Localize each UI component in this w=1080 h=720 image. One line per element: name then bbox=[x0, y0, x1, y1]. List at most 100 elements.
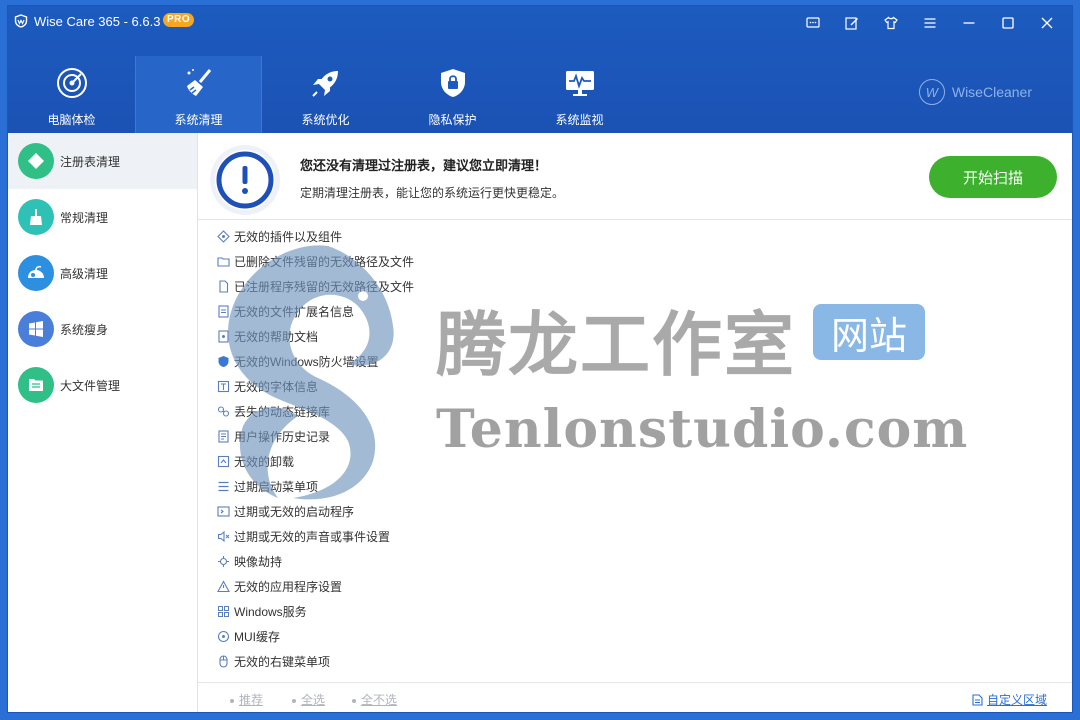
tab-system-monitor[interactable]: 系统监视 bbox=[516, 56, 643, 133]
sidebar-item-label: 常规清理 bbox=[60, 210, 109, 225]
close-button[interactable] bbox=[1027, 6, 1066, 40]
list-item-label: 过期启动菜单项 bbox=[234, 480, 319, 494]
status-banner: 您还没有清理过注册表，建议您立即清理！ 定期清理注册表，能让您的系统运行更快更稳… bbox=[198, 133, 1072, 220]
startup-icon bbox=[217, 505, 230, 518]
custom-area-label: 自定义区域 bbox=[986, 693, 1047, 707]
list-item[interactable]: 无效的卸载 bbox=[217, 449, 414, 474]
list-item[interactable]: 已删除文件残留的无效路径及文件 bbox=[217, 249, 414, 274]
wisecleaner-brand[interactable]: W WiseCleaner bbox=[918, 79, 1032, 105]
sidebar-item-registry-clean[interactable]: 注册表清理 bbox=[8, 133, 197, 189]
tab-label: 系统优化 bbox=[301, 113, 350, 127]
header: Wise Care 365 - 6.6.3 PRO 电脑体检 系统清理 系统优化… bbox=[8, 6, 1072, 133]
list-item[interactable]: 无效的文件扩展名信息 bbox=[217, 299, 414, 324]
hamburger-icon bbox=[924, 18, 935, 28]
sidebar-item-label: 大文件管理 bbox=[60, 378, 121, 393]
select-none-label: 全不选 bbox=[361, 693, 398, 707]
list-item-label: 无效的字体信息 bbox=[234, 380, 319, 394]
custom-area-icon bbox=[972, 693, 983, 706]
sidebar-item-label: 系统瘦身 bbox=[60, 322, 109, 337]
custom-area-link[interactable]: 自定义区域 bbox=[972, 691, 1047, 708]
shirt-icon bbox=[883, 16, 898, 30]
link-icon bbox=[217, 405, 230, 418]
privacy-lock-icon bbox=[440, 69, 465, 97]
tab-privacy[interactable]: 隐私保护 bbox=[389, 56, 516, 133]
maximize-icon bbox=[1001, 17, 1014, 29]
recommend-link[interactable]: 推荐 bbox=[230, 691, 263, 708]
tab-system-clean[interactable]: 系统清理 bbox=[135, 56, 262, 133]
list-item-label: 无效的帮助文档 bbox=[234, 330, 319, 344]
menu-button[interactable] bbox=[910, 6, 949, 40]
font-icon bbox=[217, 380, 230, 393]
list-item[interactable]: 过期或无效的声音或事件设置 bbox=[217, 524, 414, 549]
file-manager-icon bbox=[18, 367, 54, 403]
select-all-label: 全选 bbox=[301, 693, 326, 707]
help-doc-icon bbox=[217, 330, 230, 343]
list-item-label: 无效的卸载 bbox=[234, 455, 295, 469]
main-panel: 您还没有清理过注册表，建议您立即清理！ 定期清理注册表，能让您的系统运行更快更稳… bbox=[198, 133, 1072, 712]
history-icon bbox=[217, 430, 230, 443]
select-all-link[interactable]: 全选 bbox=[292, 691, 325, 708]
sidebar-item-common-clean[interactable]: 常规清理 bbox=[8, 189, 197, 245]
list-item-label: 已注册程序残留的无效路径及文件 bbox=[234, 280, 415, 294]
tab-health-check[interactable]: 电脑体检 bbox=[8, 56, 135, 133]
list-item-label: 用户操作历史记录 bbox=[234, 430, 331, 444]
uninstall-icon bbox=[217, 455, 230, 468]
list-item[interactable]: 无效的帮助文档 bbox=[217, 324, 414, 349]
list-item[interactable]: 用户操作历史记录 bbox=[217, 424, 414, 449]
banner-subtitle: 定期清理注册表，能让您的系统运行更快更稳定。 bbox=[300, 186, 565, 200]
list-item[interactable]: 无效的右键菜单项 bbox=[217, 649, 414, 674]
banner-title: 您还没有清理过注册表，建议您立即清理！ bbox=[300, 158, 548, 173]
sidebar-item-system-slim[interactable]: 系统瘦身 bbox=[8, 301, 197, 357]
brand-name: WiseCleaner bbox=[951, 84, 1032, 100]
file-icon bbox=[217, 280, 230, 293]
firewall-icon bbox=[217, 355, 230, 368]
app-title: Wise Care 365 - 6.6.3 bbox=[34, 14, 161, 29]
start-menu-icon bbox=[217, 480, 230, 493]
list-item[interactable]: MUI缓存 bbox=[217, 624, 414, 649]
list-item-label: 无效的应用程序设置 bbox=[234, 580, 343, 594]
list-item[interactable]: 无效的插件以及组件 bbox=[217, 224, 414, 249]
start-scan-button[interactable]: 开始扫描 bbox=[929, 156, 1057, 198]
plugin-icon bbox=[217, 230, 230, 243]
broom-icon bbox=[18, 199, 54, 235]
list-item-label: 过期或无效的启动程序 bbox=[234, 505, 355, 519]
tab-label: 系统清理 bbox=[174, 113, 223, 127]
list-item[interactable]: 过期或无效的启动程序 bbox=[217, 499, 414, 524]
list-item[interactable]: 映像劫持 bbox=[217, 549, 414, 574]
list-item[interactable]: 过期启动菜单项 bbox=[217, 474, 414, 499]
list-item[interactable]: 丢失的动态链接库 bbox=[217, 399, 414, 424]
image-hijack-icon bbox=[217, 555, 230, 568]
select-none-link[interactable]: 全不选 bbox=[352, 691, 397, 708]
list-item-label: 无效的文件扩展名信息 bbox=[234, 305, 355, 319]
sidebar-item-advanced-clean[interactable]: 高级清理 bbox=[8, 245, 197, 301]
list-item-label: Windows服务 bbox=[234, 605, 307, 619]
skin-button[interactable] bbox=[871, 6, 910, 40]
recommend-label: 推荐 bbox=[239, 693, 264, 707]
list-item[interactable]: 无效的Windows防火墙设置 bbox=[217, 349, 414, 374]
sidebar-item-label: 注册表清理 bbox=[60, 154, 121, 169]
sidebar-item-large-files[interactable]: 大文件管理 bbox=[8, 357, 197, 413]
list-item[interactable]: Windows服务 bbox=[217, 599, 414, 624]
sidebar: 注册表清理 常规清理 高级清理 系统瘦身 大文件管理 bbox=[8, 133, 198, 712]
wisecleaner-logo-icon: W bbox=[918, 79, 945, 105]
app-window: Wise Care 365 - 6.6.3 PRO 电脑体检 系统清理 系统优化… bbox=[8, 6, 1072, 712]
cache-icon bbox=[217, 630, 230, 643]
list-item-label: 丢失的动态链接库 bbox=[234, 405, 331, 419]
sidebar-item-label: 高级清理 bbox=[60, 266, 109, 281]
vacuum-icon bbox=[18, 255, 54, 291]
rocket-icon bbox=[311, 71, 338, 97]
minimize-icon bbox=[963, 22, 974, 24]
maximize-button[interactable] bbox=[988, 6, 1027, 40]
minimize-button[interactable] bbox=[949, 6, 988, 40]
feedback-button[interactable] bbox=[793, 6, 832, 40]
close-icon bbox=[1041, 17, 1052, 29]
list-item[interactable]: 无效的应用程序设置 bbox=[217, 574, 414, 599]
list-item[interactable]: 无效的字体信息 bbox=[217, 374, 414, 399]
edit-button[interactable] bbox=[832, 6, 871, 40]
chat-icon bbox=[805, 17, 820, 28]
warning-icon bbox=[217, 580, 230, 593]
tab-system-optimize[interactable]: 系统优化 bbox=[262, 56, 389, 133]
list-item[interactable]: 已注册程序残留的无效路径及文件 bbox=[217, 274, 414, 299]
file-extension-icon bbox=[217, 305, 230, 318]
list-item-label: MUI缓存 bbox=[234, 630, 280, 644]
